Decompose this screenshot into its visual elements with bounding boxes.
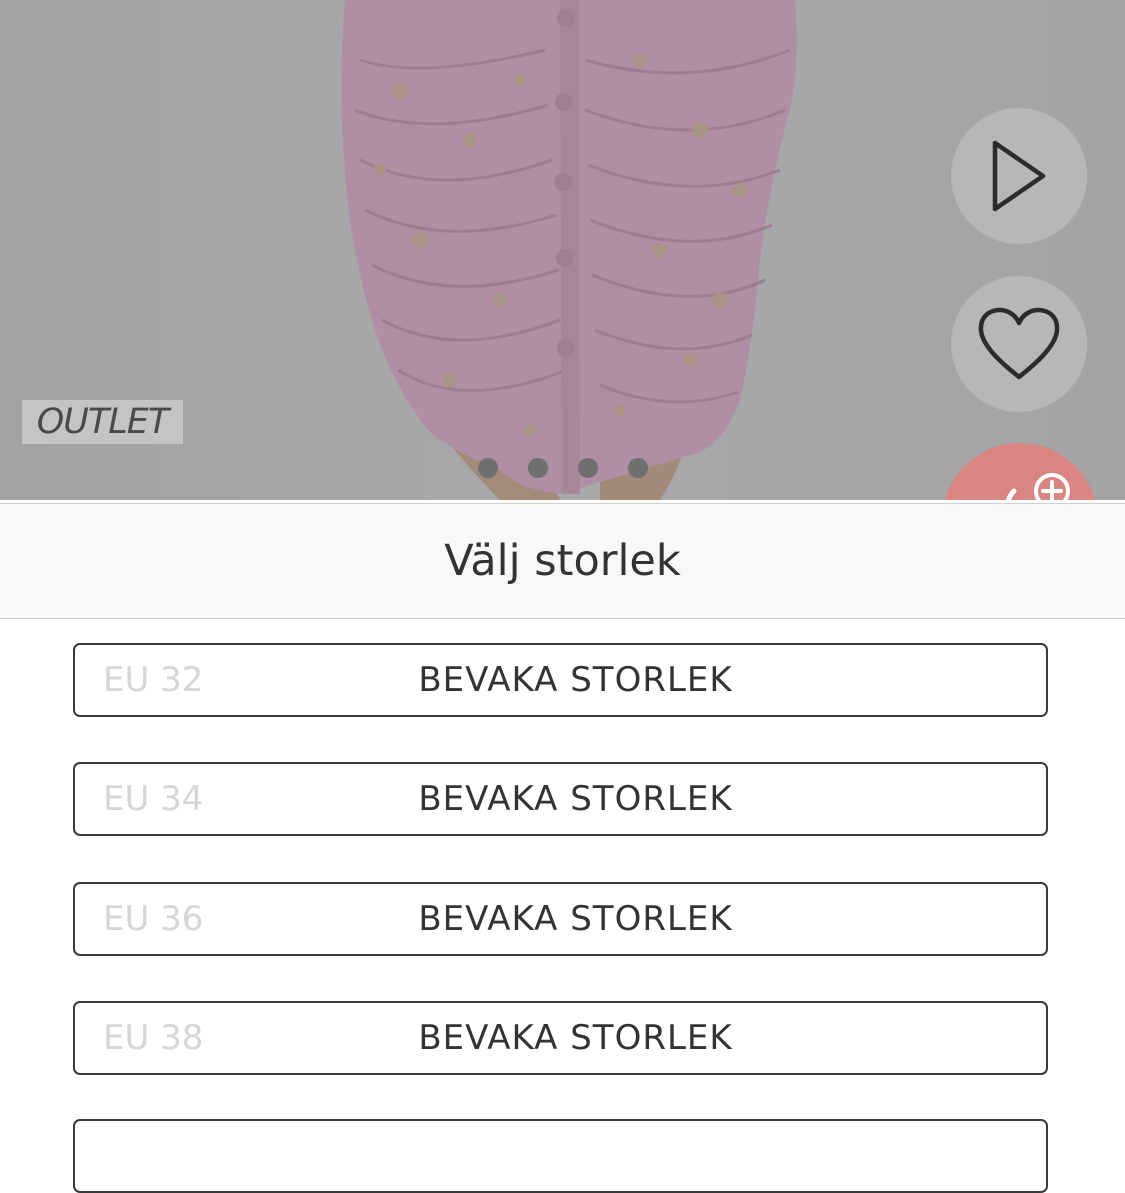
- gallery-dot[interactable]: [528, 458, 548, 478]
- size-sheet-title: Välj storlek: [444, 536, 681, 586]
- play-icon: [992, 140, 1046, 212]
- gallery-dot[interactable]: [628, 458, 648, 478]
- add-to-bag-button[interactable]: [942, 443, 1098, 500]
- heart-icon: [978, 307, 1060, 380]
- outlet-badge: OUTLET: [22, 400, 183, 444]
- size-option-eu-36[interactable]: EU 36 BEVAKA STORLEK: [73, 882, 1048, 956]
- gallery-dot[interactable]: [578, 458, 598, 478]
- size-option-eu-34[interactable]: EU 34 BEVAKA STORLEK: [73, 762, 1048, 836]
- size-option-partial[interactable]: [73, 1119, 1048, 1193]
- size-list: EU 32 BEVAKA STORLEK EU 34 BEVAKA STORLE…: [0, 619, 1125, 1193]
- size-option-eu-32[interactable]: EU 32 BEVAKA STORLEK: [73, 643, 1048, 717]
- size-sheet-header: Välj storlek: [0, 503, 1125, 620]
- gallery-pagination: [478, 458, 648, 478]
- watch-size-button[interactable]: BEVAKA STORLEK: [75, 1003, 1046, 1073]
- play-video-button[interactable]: [951, 108, 1087, 244]
- size-option-eu-38[interactable]: EU 38 BEVAKA STORLEK: [73, 1001, 1048, 1075]
- product-image-gallery[interactable]: OUTLET: [0, 0, 1125, 500]
- gallery-dot[interactable]: [478, 458, 498, 478]
- watch-size-button[interactable]: BEVAKA STORLEK: [75, 764, 1046, 834]
- add-to-bag-icon: [1006, 473, 1070, 500]
- watch-size-button[interactable]: BEVAKA STORLEK: [75, 645, 1046, 715]
- watch-size-button[interactable]: BEVAKA STORLEK: [75, 884, 1046, 954]
- favorite-button[interactable]: [951, 276, 1087, 412]
